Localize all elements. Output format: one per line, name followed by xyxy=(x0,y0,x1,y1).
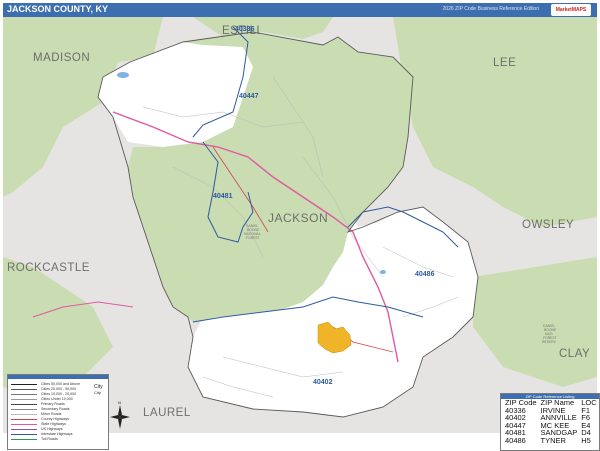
map-svg: MADISON ESTILL LEE OWSLEY ROCKCASTLE LAU… xyxy=(3,17,597,433)
neighbor-clay: CLAY xyxy=(559,348,590,360)
zip-label-40481: 40481 xyxy=(213,193,233,200)
lake-1 xyxy=(117,72,129,78)
forest-label-4: FOREST xyxy=(246,236,260,240)
brand-logo: MarketMAPS xyxy=(551,4,591,16)
neighbor-laurel: LAUREL xyxy=(143,407,191,419)
zip-loc: H5 xyxy=(581,435,591,445)
map-frame: JACKSON COUNTY, KY 2026 ZIP Code Busines… xyxy=(0,0,600,451)
zip-label-40486: 40486 xyxy=(415,271,435,278)
map-area[interactable]: MADISON ESTILL LEE OWSLEY ROCKCASTLE LAU… xyxy=(3,17,600,451)
table-row: 40486 TYNER H5 xyxy=(503,437,599,445)
zip-label-40447: 40447 xyxy=(239,93,259,100)
title-bar: JACKSON COUNTY, KY 2026 ZIP Code Busines… xyxy=(3,3,597,17)
county-label-jackson: JACKSON xyxy=(268,211,328,225)
forest-east-5: RESERV xyxy=(542,340,557,344)
zip-name: TYNER xyxy=(540,435,566,445)
edition-label: 2026 ZIP Code Business Reference Edition xyxy=(442,6,539,12)
compass-n: N xyxy=(118,400,121,405)
map-title: JACKSON COUNTY, KY xyxy=(7,4,109,14)
zip-code: 40486 xyxy=(505,435,526,445)
neighbor-owsley: OWSLEY xyxy=(522,219,574,231)
neighbor-rockcastle: ROCKCASTLE xyxy=(7,262,90,274)
zip-label-40336: 40336 xyxy=(235,26,255,33)
neighbor-lee: LEE xyxy=(493,57,516,69)
neighbor-madison: MADISON xyxy=(33,52,90,64)
lake-2 xyxy=(380,270,386,274)
zip-table: ZIP Code ZIP Name LOC 40336 IRVINE F1 40… xyxy=(503,399,599,445)
legend-title-bar xyxy=(8,375,108,379)
zip-label-40402: 40402 xyxy=(313,379,333,386)
legend: City City Cities 50,000 and Above Cities… xyxy=(7,374,109,450)
zip-reference-box: ZIP Code Reference Listing ZIP Code ZIP … xyxy=(500,393,600,451)
legend-row: Toll Roads xyxy=(11,437,105,442)
